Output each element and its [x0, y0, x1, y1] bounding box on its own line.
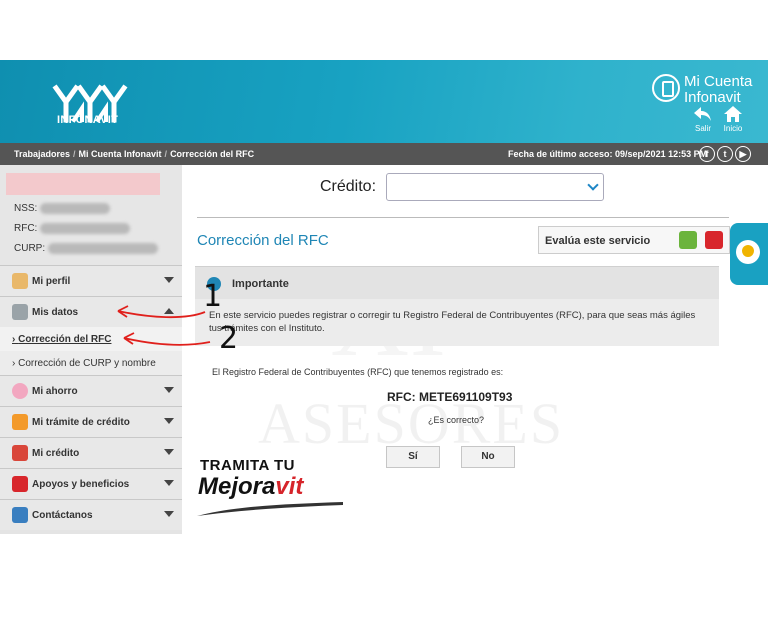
chevron-down-icon: [164, 449, 174, 455]
annotation-number-1: 1: [203, 279, 223, 314]
credito-select[interactable]: [386, 173, 604, 201]
chevron-down-icon: [164, 480, 174, 486]
social-links: f t ▶: [699, 146, 753, 162]
sidebar-item-mi-tramite[interactable]: Mi trámite de crédito: [0, 406, 182, 437]
registered-rfc-text: El Registro Federal de Contribuyentes (R…: [212, 367, 504, 377]
sidebar-item-label: Mis datos: [32, 307, 79, 318]
sidebar-item-label: Contáctanos: [32, 510, 93, 521]
thumbs-up-icon[interactable]: [679, 231, 697, 249]
sidebar-item-apoyos[interactable]: Apoyos y beneficios: [0, 468, 182, 499]
gift-icon: [12, 476, 28, 492]
sidebar-item-mi-credito[interactable]: Mi crédito: [0, 437, 182, 468]
annotation-number-2: 2: [219, 321, 239, 356]
sidebar-item-label: Mi trámite de crédito: [32, 417, 130, 428]
chevron-down-icon: [164, 387, 174, 393]
user-info: NSS: RFC: CURP:: [0, 165, 182, 265]
divider: [197, 217, 729, 218]
sidebar: NSS: RFC: CURP: Mi perfil Mis datos › Co…: [0, 165, 182, 534]
facebook-icon[interactable]: f: [699, 146, 715, 162]
sidebar-item-label: Mi perfil: [32, 276, 71, 287]
curp-redacted: [47, 243, 158, 254]
envelope-icon: [12, 507, 28, 523]
promo-swoosh-icon: [197, 502, 343, 516]
logout-button[interactable]: Salir: [688, 105, 718, 133]
promo-line1: TRAMITA TU: [200, 457, 295, 474]
youtube-icon[interactable]: ▶: [735, 146, 751, 162]
correccion-rfc-label: Corrección del RFC: [18, 334, 112, 345]
no-button[interactable]: No: [461, 446, 515, 468]
home-button[interactable]: Inicio: [718, 105, 748, 133]
chevron-down-icon: [164, 277, 174, 283]
sidebar-item-label: Apoyos y beneficios: [32, 479, 130, 490]
nss-row: NSS:: [14, 203, 111, 215]
thumbs-down-icon[interactable]: [705, 231, 723, 249]
person-icon: [12, 273, 28, 289]
breadcrumb-item-mi-cuenta[interactable]: Mi Cuenta Infonavit: [79, 149, 162, 159]
logout-label: Salir: [694, 124, 711, 133]
redacted-name: [6, 173, 160, 195]
importante-header: Importante: [195, 266, 719, 299]
screenshot-canvas: INFONAVIT Mi Cuenta Infonavit Salir Inic…: [0, 0, 768, 644]
sidebar-item-label: Mi crédito: [32, 448, 80, 459]
promo-vit: vit: [275, 473, 304, 500]
site-header: INFONAVIT Mi Cuenta Infonavit Salir Inic…: [0, 60, 768, 143]
nss-redacted: [40, 203, 111, 214]
nss-label: NSS:: [14, 203, 38, 215]
yes-button[interactable]: Sí: [386, 446, 440, 468]
importante-text: En este servicio puedes registrar o corr…: [209, 310, 696, 334]
sidebar-item-contactanos[interactable]: Contáctanos: [0, 499, 182, 530]
notifications-tab[interactable]: [730, 223, 768, 285]
evaluate-service-box: Evalúa este servicio: [538, 226, 730, 254]
rfc-row: RFC:: [14, 223, 131, 235]
sidebar-item-mi-perfil[interactable]: Mi perfil: [0, 265, 182, 296]
page-title: Corrección del RFC: [197, 232, 329, 249]
chevron-down-icon: [587, 179, 599, 191]
promo-line2: Mejoravit: [198, 473, 303, 501]
sidebar-item-label: Mi ahorro: [32, 386, 78, 397]
mi-cuenta-line2: Infonavit: [684, 89, 741, 106]
mi-cuenta-icon: [652, 74, 680, 102]
sidebar-item-mi-ahorro[interactable]: Mi ahorro: [0, 375, 182, 406]
chevron-down-icon: [164, 511, 174, 517]
bell-icon: [736, 240, 760, 264]
sidebar-menu: Mi perfil Mis datos › Corrección del RFC…: [0, 265, 182, 530]
infonavit-app: INFONAVIT Mi Cuenta Infonavit Salir Inic…: [0, 60, 768, 534]
curp-row: CURP:: [14, 243, 158, 254]
mi-cuenta-line1: Mi Cuenta: [684, 73, 753, 90]
correccion-curp-label: Corrección de CURP y nombre: [18, 358, 156, 369]
importante-title: Importante: [232, 278, 289, 290]
documents-icon: [12, 304, 28, 320]
curp-label: CURP:: [14, 243, 46, 255]
confirm-question: ¿Es correcto?: [428, 415, 485, 425]
home-label: Inicio: [723, 124, 743, 133]
evaluate-service-label: Evalúa este servicio: [545, 235, 651, 247]
home-icon: [724, 106, 742, 122]
promo-mejora: Mejora: [198, 473, 276, 500]
breadcrumb-bar: Trabajadores / Mi Cuenta Infonavit / Correcc…: [0, 143, 768, 165]
chevron-up-icon: [164, 308, 174, 314]
twitter-icon[interactable]: t: [717, 146, 733, 162]
sidebar-subitem-correccion-rfc[interactable]: › Corrección del RFC: [0, 327, 182, 351]
sidebar-subitem-label: › Corrección del RFC: [12, 334, 112, 345]
breadcrumb-item-current: Corrección del RFC: [170, 149, 255, 159]
rfc-redacted: [40, 223, 131, 234]
brand-name: INFONAVIT: [57, 114, 119, 126]
rfc-value: RFC: METE691109T93: [387, 390, 513, 404]
sidebar-subitem-correccion-curp[interactable]: › Corrección de CURP y nombre: [0, 351, 182, 375]
rfc-label: RFC:: [14, 223, 38, 235]
house-icon: [12, 445, 28, 461]
credito-label: Crédito:: [320, 178, 377, 195]
importante-body: En este servicio puedes registrar o corr…: [195, 299, 719, 346]
back-arrow-icon: [694, 107, 711, 121]
chevron-down-icon: [164, 418, 174, 424]
folder-icon: [12, 414, 28, 430]
sidebar-subitem-label: › Corrección de CURP y nombre: [12, 358, 156, 369]
last-access-text: Fecha de último acceso: 09/sep/2021 12:5…: [508, 149, 708, 159]
piggy-bank-icon: [12, 383, 28, 399]
sidebar-item-mis-datos[interactable]: Mis datos: [0, 296, 182, 327]
breadcrumb: Trabajadores / Mi Cuenta Infonavit / Correcc…: [14, 149, 255, 159]
breadcrumb-item-trabajadores[interactable]: Trabajadores: [14, 149, 70, 159]
